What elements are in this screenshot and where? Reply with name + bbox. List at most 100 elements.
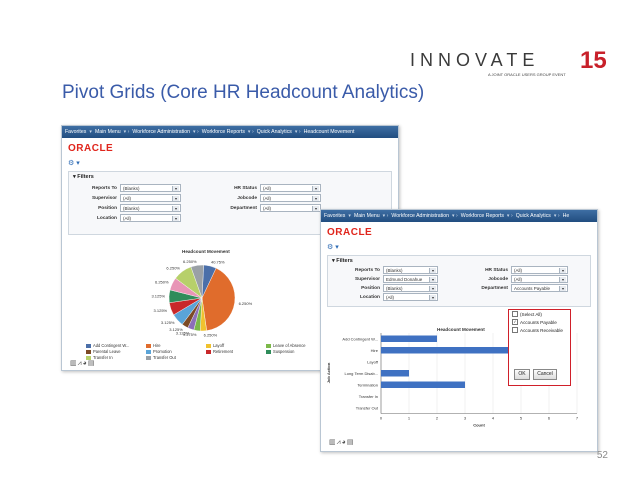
y-tick-label: Hire — [371, 348, 379, 353]
filter-label-jobcode: Jobcode — [488, 276, 508, 282]
x-tick-label: 2 — [436, 416, 439, 421]
legend-item: Add Contingent W... — [86, 343, 146, 348]
page-number: 52 — [596, 450, 608, 461]
screenshot-bar-view: Favorites ▾ Main Menu ▾ › Workforce Admini… — [320, 209, 598, 452]
filters-label: Filters — [77, 174, 94, 180]
filters-label: Filters — [336, 258, 353, 264]
filter-select-reports-to[interactable]: (Blanks) ▾ — [120, 184, 181, 192]
x-tick-label: 5 — [520, 416, 523, 421]
filter-label-jobcode: Jobcode — [237, 195, 257, 201]
nav-quick-analytics[interactable]: Quick Analytics — [257, 129, 292, 135]
legend-label: Hire — [153, 343, 161, 348]
nav-bar: Favorites ▾ Main Menu ▾ › Workforce Admini… — [321, 210, 597, 222]
legend-item: Layoff — [206, 343, 266, 348]
nav-workforce-admin[interactable]: Workforce Administration — [391, 213, 449, 219]
nav-workforce-reports[interactable]: Workforce Reports — [461, 213, 504, 219]
gear-icon[interactable]: ⚙ ▾ — [327, 244, 339, 251]
filter-label-department: Department — [230, 205, 257, 211]
filter-select-department[interactable]: (All) ▾ — [260, 204, 321, 212]
checkbox-select-all[interactable] — [512, 311, 518, 317]
pie-data-label: 3.125% — [151, 294, 165, 299]
filter-select-hr-status[interactable]: (All) ▾ — [260, 184, 321, 192]
y-axis-label: Job Action — [326, 362, 331, 383]
nav-favorites[interactable]: Favorites — [65, 129, 86, 135]
pie-data-label: 3.125% — [154, 308, 168, 313]
cancel-button[interactable]: Cancel — [533, 369, 557, 380]
nav-headcount-movement[interactable]: Headcount Movement — [304, 129, 355, 135]
filter-select-jobcode[interactable]: (All) ▾ — [511, 275, 568, 283]
ok-button[interactable]: OK — [514, 369, 530, 380]
bar[interactable] — [381, 370, 409, 377]
nav-headcount-movement[interactable]: He — [563, 213, 570, 219]
gear-icon[interactable]: ⚙ ▾ — [68, 160, 80, 167]
filter-select-department[interactable]: Accounts Payable ▾ — [511, 284, 568, 292]
nav-favorites[interactable]: Favorites — [324, 213, 345, 219]
slide-title: Pivot Grids (Core HR Headcount Analytics… — [62, 82, 425, 103]
legend-item: Leave of Absence — [266, 343, 326, 348]
filter-select-supervisor[interactable]: (All) ▾ — [120, 194, 181, 202]
pie-data-label: 6.250% — [183, 259, 197, 264]
department-dropdown: (Select All) ✓ Accounts Payable Accounts … — [508, 309, 571, 386]
filter-label-hr-status: HR Status — [485, 267, 508, 273]
legend-swatch — [146, 343, 151, 348]
filter-label-position: Position — [361, 285, 380, 291]
legend-label: Parental Leave — [93, 349, 121, 354]
collapse-icon[interactable]: ▾ — [73, 174, 76, 180]
legend-swatch — [266, 349, 271, 354]
legend-label: Add Contingent W... — [93, 343, 130, 348]
legend-swatch — [86, 349, 91, 354]
filter-label-location: Location — [360, 294, 380, 300]
option-accounts-receivable[interactable]: Accounts Receivable — [509, 326, 570, 334]
option-select-all[interactable]: (Select All) — [509, 310, 570, 318]
y-tick-label: Long Term Disab... — [345, 371, 379, 376]
grid-icon[interactable]: ▤ — [88, 360, 96, 367]
bar[interactable] — [381, 347, 521, 354]
filter-select-reports-to[interactable]: (Blanks) ▾ — [383, 266, 438, 274]
nav-workforce-reports[interactable]: Workforce Reports — [202, 129, 245, 135]
chart-toolbar: ▥⩘◕▤ — [70, 359, 95, 368]
filter-select-hr-status[interactable]: (All) ▾ — [511, 266, 568, 274]
logo-main-text: INNOVATE — [410, 50, 539, 70]
filter-label-supervisor: Supervisor — [354, 276, 380, 282]
nav-main-menu[interactable]: Main Menu — [95, 129, 121, 135]
pie-data-label: 6.250% — [155, 280, 169, 285]
checkbox-accounts-receivable[interactable] — [512, 327, 518, 333]
bar-chart-icon[interactable]: ▥ — [70, 360, 78, 367]
filter-label-department: Department — [481, 285, 508, 291]
nav-quick-analytics[interactable]: Quick Analytics — [516, 213, 551, 219]
legend-swatch — [266, 343, 271, 348]
x-tick-label: 0 — [380, 416, 383, 421]
filter-select-location[interactable]: (All) ▾ — [120, 214, 181, 222]
filter-select-position[interactable]: (Blanks) ▾ — [383, 284, 438, 292]
legend-label: Suspension — [273, 349, 295, 354]
collapse-icon[interactable]: ▾ — [332, 258, 335, 264]
filter-label-hr-status: HR Status — [234, 185, 257, 191]
legend-item: Suspension — [266, 349, 326, 354]
legend-label: Transfer In — [93, 355, 113, 360]
bar[interactable] — [381, 381, 465, 389]
pie-data-label: 3.125% — [161, 320, 175, 325]
nav-main-menu[interactable]: Main Menu — [354, 213, 380, 219]
option-accounts-payable[interactable]: ✓ Accounts Payable — [509, 318, 570, 326]
filter-select-jobcode[interactable]: (All) ▾ — [260, 194, 321, 202]
nav-workforce-admin[interactable]: Workforce Administration — [132, 129, 190, 135]
filter-select-location[interactable]: (All) ▾ — [383, 293, 438, 301]
bar-chart-icon[interactable]: ▥ — [329, 439, 337, 446]
bar[interactable] — [381, 335, 437, 343]
y-tick-label: Termination — [357, 382, 378, 387]
innovate15-logo: INNOVATE 15 A JOINT ORACLE USERS GROUP E… — [410, 47, 607, 77]
y-tick-label: Layoff — [367, 359, 379, 364]
grid-icon[interactable]: ▤ — [347, 439, 355, 446]
filter-select-supervisor[interactable]: Edmund Donahue ▾ — [383, 275, 438, 283]
filter-select-position[interactable]: (Blanks) ▾ — [120, 204, 181, 212]
oracle-logo: ORACLE — [327, 227, 373, 238]
chart-toolbar: ▥⩘◕▤ — [329, 438, 354, 447]
legend-swatch — [206, 343, 211, 348]
filter-label-reports-to: Reports To — [92, 185, 117, 191]
legend-label: Leave of Absence — [273, 343, 306, 348]
legend-item: Retirement — [206, 349, 266, 354]
checkbox-accounts-payable[interactable]: ✓ — [512, 319, 518, 325]
filter-label-position: Position — [98, 205, 117, 211]
legend-item: Promotion — [146, 349, 206, 354]
y-tick-label: Transfer Out — [356, 405, 379, 410]
